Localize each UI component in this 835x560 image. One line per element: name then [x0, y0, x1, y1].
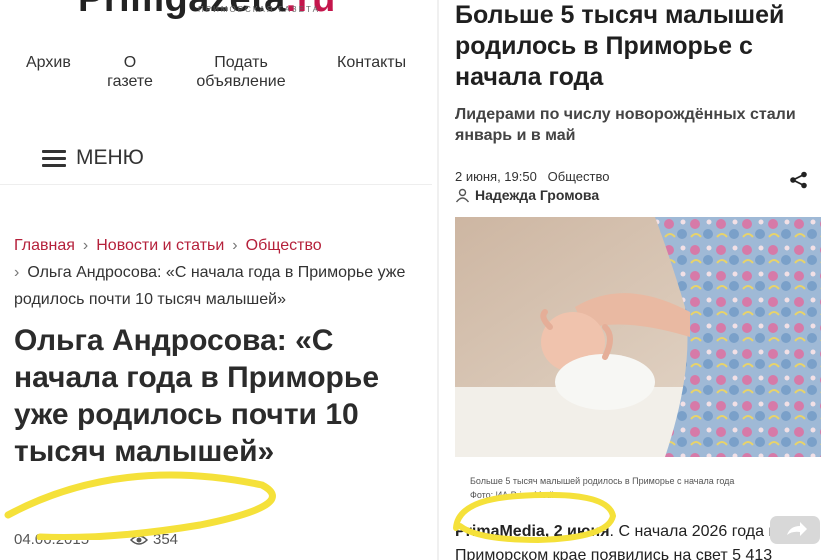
- newborn-photo-illustration: [455, 217, 821, 457]
- share-icon[interactable]: [789, 171, 809, 189]
- nav-post-ad[interactable]: Подать объявление: [186, 53, 296, 91]
- chevron-right-icon: ›: [82, 237, 89, 254]
- nav-about-line2: газете: [107, 73, 153, 90]
- photo-caption: Больше 5 тысяч малышей родилось в Примор…: [470, 474, 734, 502]
- article-meta: 2 июня, 19:50 Общество: [455, 169, 610, 184]
- hamburger-icon: [42, 149, 66, 167]
- breadcrumb: Главная › Новости и статьи › Общество › Ольга…: [14, 232, 424, 313]
- chevron-right-icon: ›: [14, 264, 20, 281]
- breadcrumb-home[interactable]: Главная: [14, 237, 75, 254]
- breadcrumb-news[interactable]: Новости и статьи: [96, 237, 224, 254]
- caption-line1: Больше 5 тысяч малышей родилось в Примор…: [470, 476, 735, 486]
- article-title: Ольга Андросова: «С начала года в Примор…: [14, 324, 380, 468]
- nav-about[interactable]: О газете: [88, 53, 172, 91]
- panel-divider: [437, 0, 439, 560]
- nav-contacts[interactable]: Контакты: [337, 53, 406, 72]
- menu-label: МЕНЮ: [76, 146, 144, 169]
- author[interactable]: Надежда Громова: [455, 187, 599, 203]
- publish-date: 04.06.2015: [14, 531, 90, 548]
- view-count: 354: [130, 531, 178, 548]
- forward-arrow-icon: [787, 522, 807, 536]
- views-value: 354: [153, 531, 179, 548]
- eye-icon: [130, 534, 148, 545]
- nav-ad-line1: Подать: [214, 54, 268, 71]
- breadcrumb-current: Ольга Андросова: «С начала года в Примор…: [14, 264, 406, 308]
- left-article-panel: Primgazeta.ru ПРИМОРСКАЯ ГАЗЕТА Архив О …: [0, 0, 432, 560]
- nav-ad-line2: объявление: [196, 73, 286, 90]
- article-photo[interactable]: [455, 217, 821, 457]
- logo-subtitle: ПРИМОРСКАЯ ГАЗЕТА: [198, 5, 320, 14]
- right-article-panel: Больше 5 тысяч малышей родилось в Примор…: [444, 0, 835, 560]
- user-icon: [455, 188, 470, 202]
- nav-about-line1: О: [123, 54, 137, 71]
- share-fab-button[interactable]: [770, 516, 820, 544]
- article-title-right: Больше 5 тысяч малышей родилось в Примор…: [455, 1, 785, 91]
- lead-source: PrimaMedia, 2 июня: [455, 523, 610, 540]
- article-subtitle: Лидерами по числу новорождённых стали ян…: [455, 106, 796, 144]
- caption-line2: Фото: ИА PrimaMedia: [470, 490, 559, 500]
- header-divider: [0, 184, 432, 185]
- author-name: Надежда Громова: [475, 187, 600, 203]
- chevron-right-icon: ›: [232, 237, 238, 254]
- menu-button[interactable]: МЕНЮ: [42, 146, 144, 170]
- breadcrumb-society[interactable]: Общество: [246, 237, 322, 254]
- nav-archive[interactable]: Архив: [26, 53, 71, 72]
